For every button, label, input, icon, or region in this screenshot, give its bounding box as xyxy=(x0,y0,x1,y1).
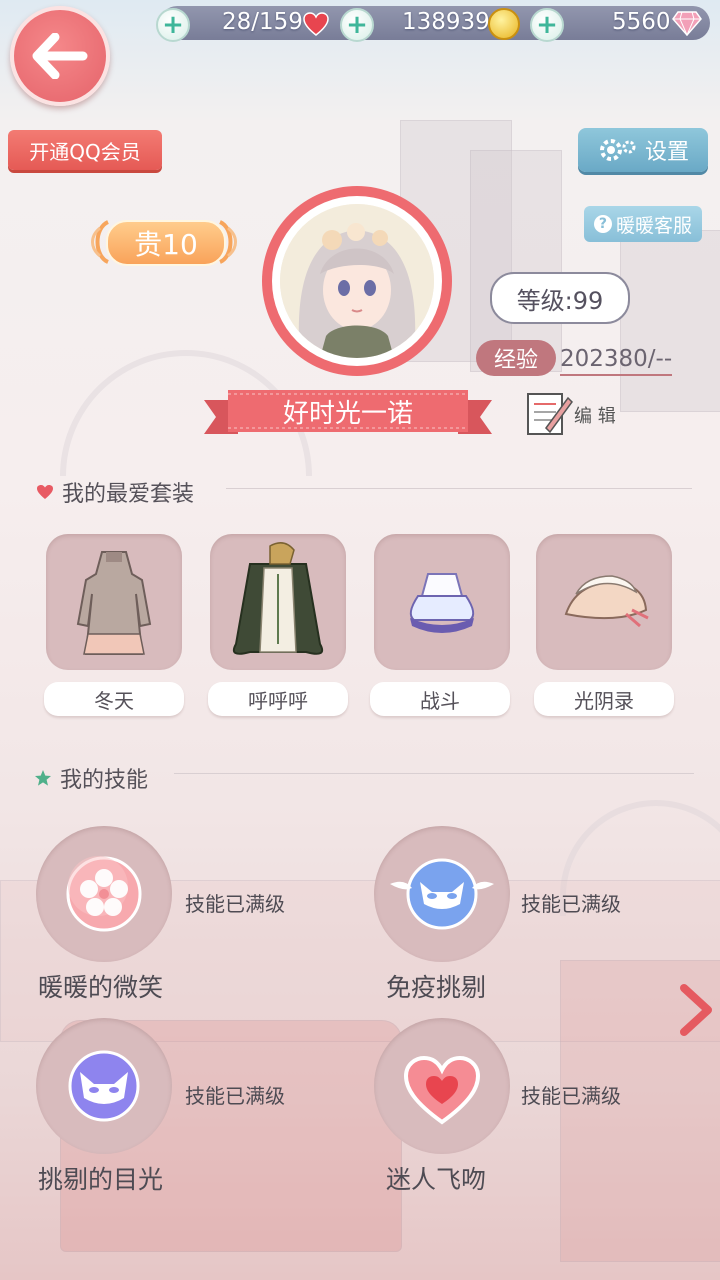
flower-orb-icon xyxy=(66,856,142,932)
vip-level: 贵10 xyxy=(106,220,226,266)
section-divider xyxy=(226,488,692,489)
suit-label-2: 呼呼呼 xyxy=(208,682,348,716)
edit-button[interactable]: 编 辑 xyxy=(524,388,624,438)
section-divider xyxy=(174,773,694,774)
hat-icon xyxy=(564,575,649,628)
customer-service-button[interactable]: ? 暖暖客服 xyxy=(584,206,702,242)
skill-status-4: 技能已满级 xyxy=(521,1084,621,1108)
notepad-pencil-icon xyxy=(527,393,573,435)
coin-icon xyxy=(488,8,520,40)
player-name-ribbon: 好时光一诺 xyxy=(204,388,492,440)
skill-status-2: 技能已满级 xyxy=(521,892,621,916)
dress-icon xyxy=(76,551,152,655)
suit-card-1[interactable] xyxy=(46,534,182,670)
skirt-icon xyxy=(409,573,475,633)
suit-label-3: 战斗 xyxy=(370,682,510,716)
suit-label-4: 光阴录 xyxy=(534,682,674,716)
diamonds-value: 5560 xyxy=(612,9,671,35)
skill-picky-gaze[interactable] xyxy=(36,1018,172,1154)
skill-warm-smile[interactable] xyxy=(36,826,172,962)
suit-label-1: 冬天 xyxy=(44,682,184,716)
exp-label: 经验 xyxy=(476,340,556,376)
chevron-right-icon xyxy=(680,984,712,1036)
next-page-button[interactable] xyxy=(676,982,716,1038)
avatar[interactable] xyxy=(262,186,452,376)
avatar-portrait xyxy=(280,204,434,358)
skill-charming-kiss[interactable] xyxy=(374,1018,510,1154)
customer-service-label: 暖暖客服 xyxy=(615,214,692,237)
heart-small-icon xyxy=(37,485,53,499)
skill-status-3: 技能已满级 xyxy=(185,1084,285,1108)
suit-card-4[interactable] xyxy=(536,534,672,670)
mask-orb-icon xyxy=(68,1050,140,1122)
coat-dress-icon xyxy=(232,542,324,655)
skills-title-text: 我的技能 xyxy=(60,768,149,793)
add-stamina-button[interactable]: + xyxy=(156,8,190,42)
qq-member-button[interactable]: 开通QQ会员 xyxy=(8,130,162,170)
skill-name-3: 挑剔的目光 xyxy=(38,1165,164,1194)
skills-section-title: 我的技能 xyxy=(34,762,148,794)
star-icon xyxy=(35,770,51,786)
skill-name-4: 迷人飞吻 xyxy=(386,1165,487,1194)
add-coins-button[interactable]: + xyxy=(340,8,374,42)
gear-icon xyxy=(599,139,636,161)
exp-value: 202380/-- xyxy=(560,346,673,376)
skill-status-1: 技能已满级 xyxy=(185,892,285,916)
level-display: 等级:99 xyxy=(490,272,630,324)
diamond-icon xyxy=(672,11,702,36)
player-name: 好时光一诺 xyxy=(282,398,413,429)
winged-mask-orb-icon xyxy=(390,858,494,930)
back-button[interactable] xyxy=(10,6,110,106)
skill-immune-picky[interactable] xyxy=(374,826,510,962)
heart-icon xyxy=(303,12,329,36)
favorites-section-title: 我的最爱套装 xyxy=(36,476,194,508)
question-icon: ? xyxy=(593,215,612,233)
coins-value: 138939 xyxy=(402,9,490,35)
heart-orb-icon xyxy=(403,1055,481,1125)
settings-label: 设置 xyxy=(644,140,689,165)
edit-label: 编 辑 xyxy=(574,406,616,427)
arrow-left-icon xyxy=(32,33,88,79)
settings-button[interactable]: 设置 xyxy=(578,128,708,172)
skill-name-1: 暖暖的微笑 xyxy=(38,973,164,1002)
suit-card-3[interactable] xyxy=(374,534,510,670)
skill-name-2: 免疫挑剔 xyxy=(386,973,487,1002)
add-diamonds-button[interactable]: + xyxy=(530,8,564,42)
suit-card-2[interactable] xyxy=(210,534,346,670)
vip-badge: 贵10 xyxy=(86,214,242,270)
favorites-title-text: 我的最爱套装 xyxy=(62,482,195,507)
stamina-value: 28/159 xyxy=(222,9,303,35)
